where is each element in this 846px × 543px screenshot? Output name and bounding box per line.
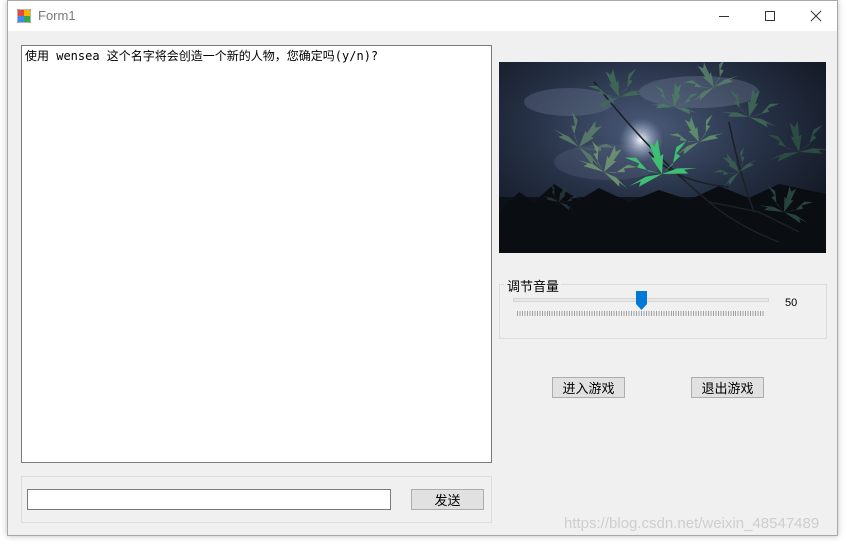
- title-bar[interactable]: Form1: [8, 1, 837, 31]
- minimize-button[interactable]: [701, 1, 747, 31]
- message-input-group: 发送: [21, 476, 492, 523]
- volume-slider-ticks: [517, 311, 765, 316]
- window-title: Form1: [38, 8, 76, 23]
- volume-group: 调节音量 50: [499, 276, 827, 339]
- maximize-button[interactable]: [747, 1, 793, 31]
- main-window: Form1 使用 wensea 这个名字将会创造一个新的人物，您确定吗(y/n)…: [7, 0, 838, 536]
- close-icon: [810, 10, 822, 22]
- volume-slider-thumb[interactable]: [635, 291, 647, 310]
- watermark-text: https://blog.csdn.net/weixin_48547489: [564, 515, 820, 532]
- close-button[interactable]: [793, 1, 839, 31]
- chat-log-text: 使用 wensea 这个名字将会创造一个新的人物，您确定吗(y/n)?: [25, 49, 379, 63]
- message-input[interactable]: [27, 489, 391, 510]
- exit-game-button[interactable]: 退出游戏: [691, 377, 764, 398]
- send-button[interactable]: 发送: [411, 489, 484, 510]
- minimize-icon: [719, 16, 729, 17]
- maple-leaves-picture: [499, 62, 826, 253]
- volume-label: 调节音量: [505, 276, 562, 295]
- chat-log-textbox[interactable]: 使用 wensea 这个名字将会创造一个新的人物，您确定吗(y/n)?: [21, 45, 492, 463]
- enter-game-button[interactable]: 进入游戏: [552, 377, 625, 398]
- volume-value: 50: [785, 297, 798, 309]
- maximize-icon: [765, 11, 775, 21]
- app-icon: [17, 9, 31, 23]
